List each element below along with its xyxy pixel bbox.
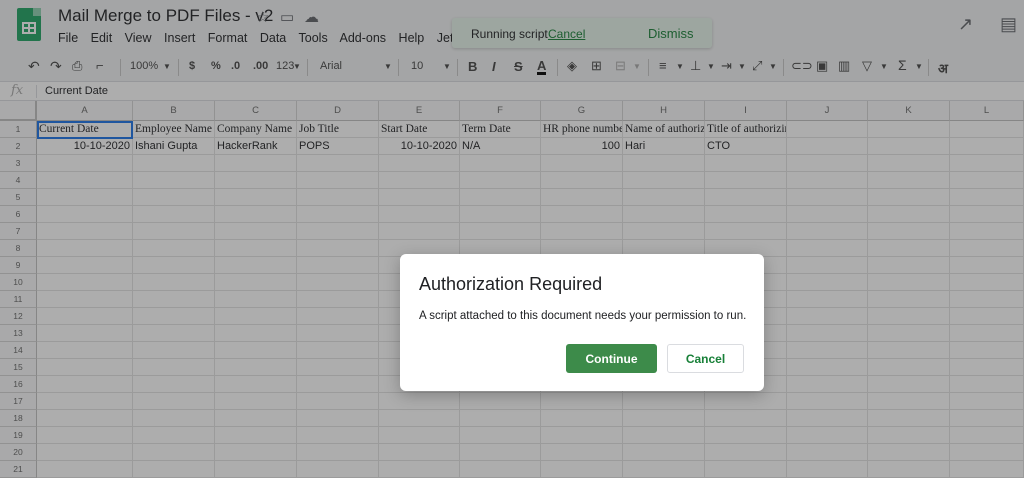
- continue-button[interactable]: Continue: [566, 344, 657, 373]
- authorization-dialog: Authorization Required A script attached…: [400, 254, 764, 391]
- dialog-title: Authorization Required: [419, 274, 603, 294]
- cancel-button[interactable]: Cancel: [667, 344, 744, 373]
- dialog-message: A script attached to this document needs…: [419, 310, 747, 322]
- modal-overlay: [0, 0, 1024, 478]
